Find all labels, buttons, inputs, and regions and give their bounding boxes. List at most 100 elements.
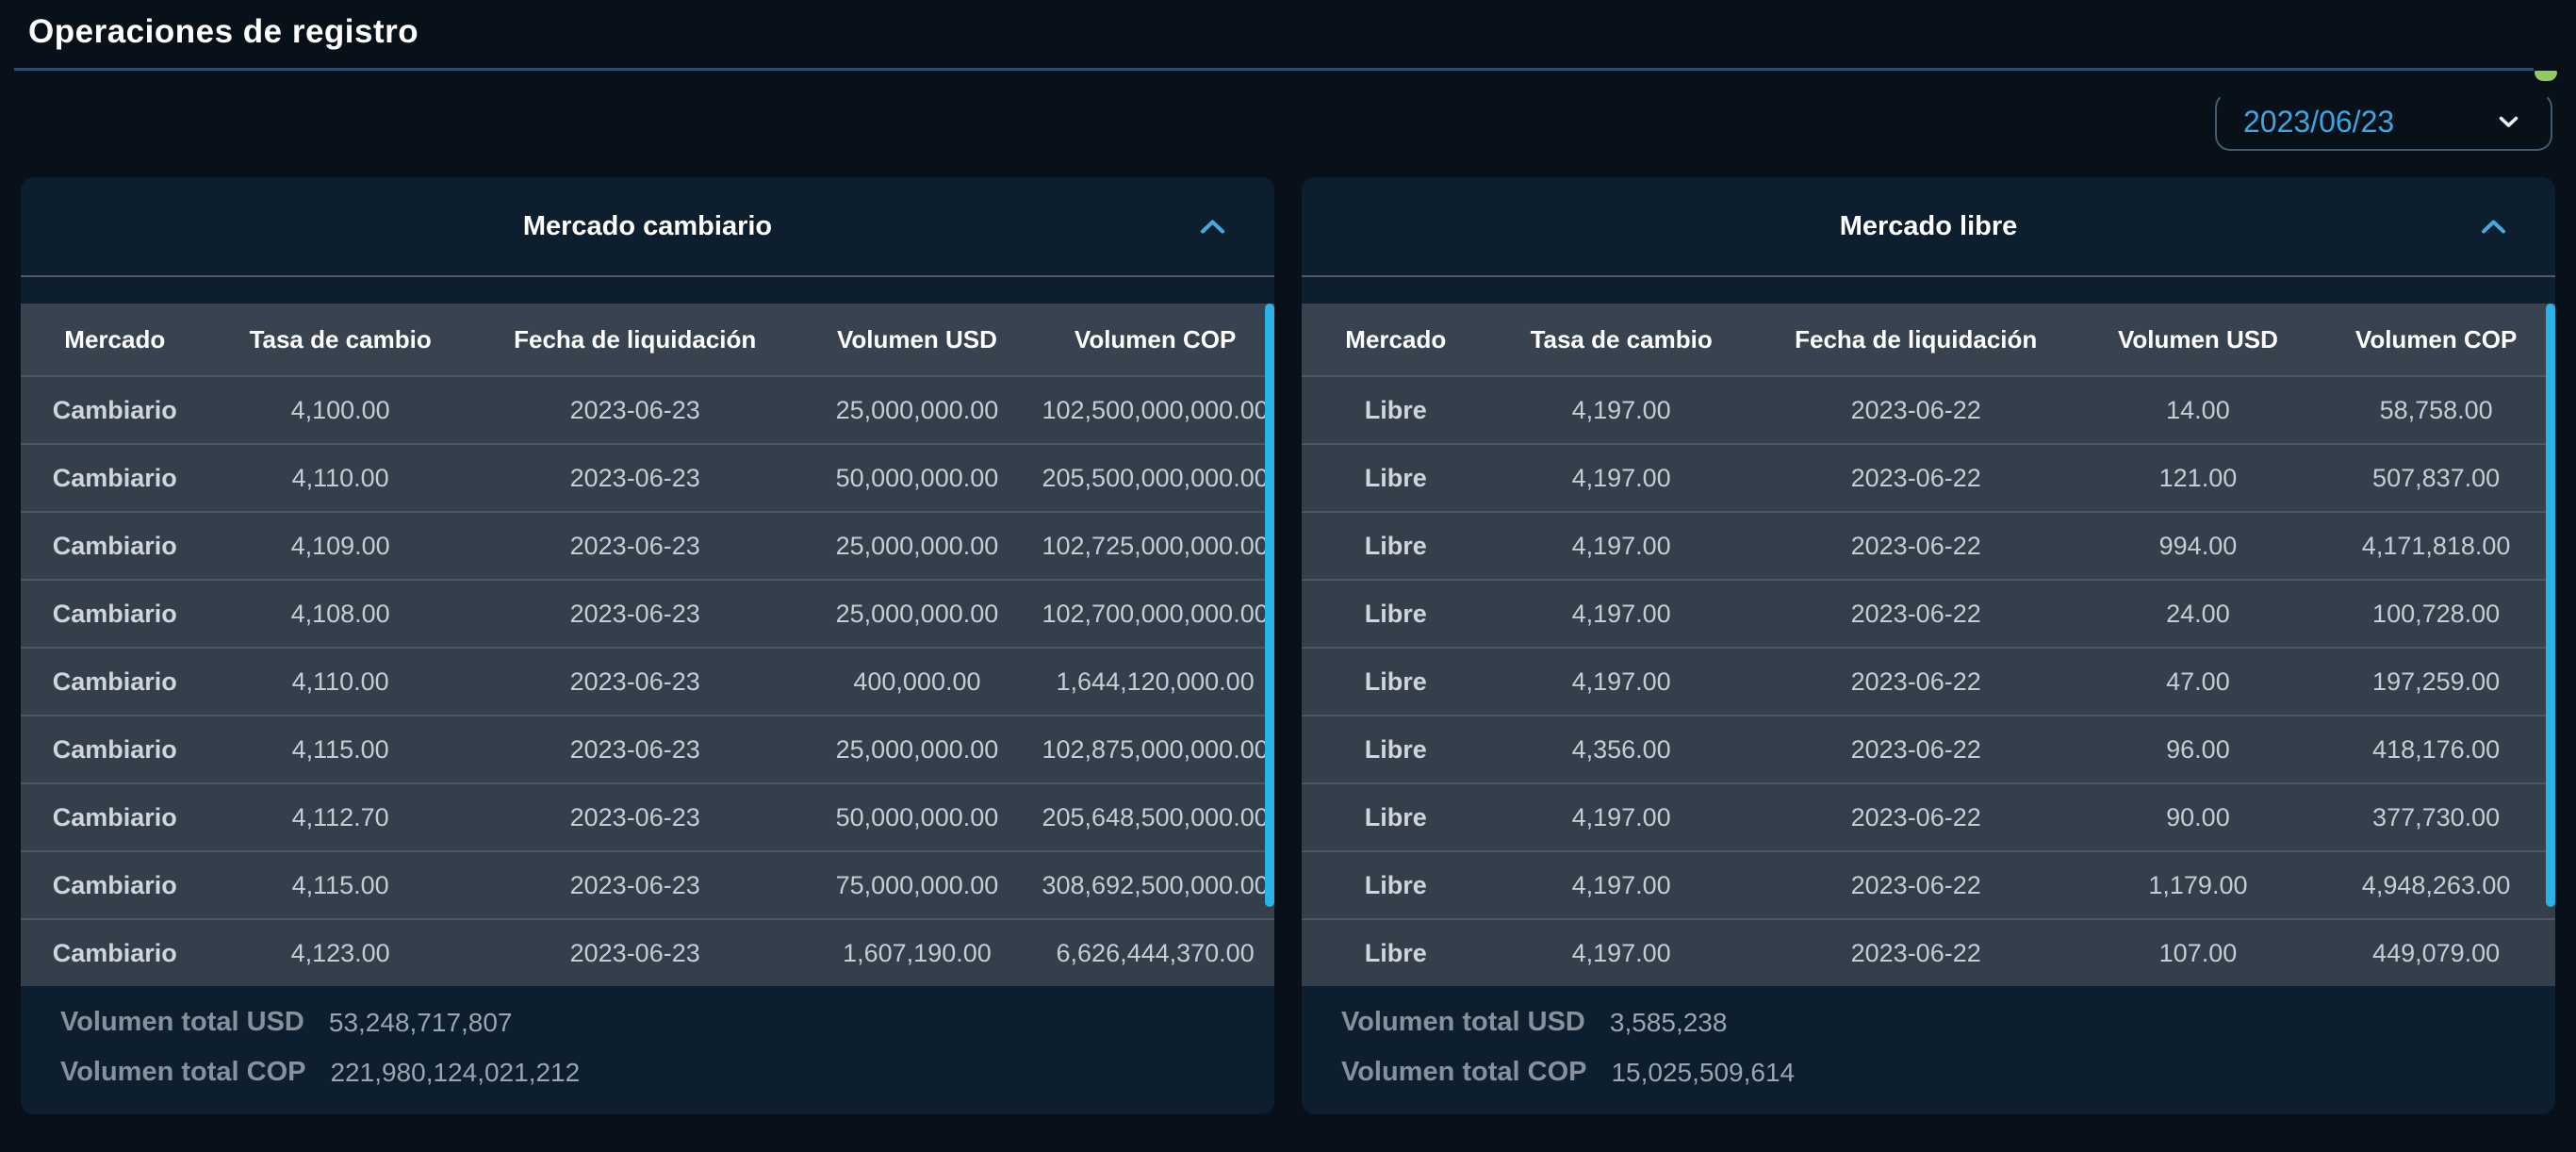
table-cell: 2023-06-23 <box>569 463 700 492</box>
chevron-up-icon[interactable] <box>1200 219 1225 234</box>
table-row: Libre 4,197.00 2023-06-22 24.00 100,728.00 <box>1302 579 2555 647</box>
table-cell: 4,108.00 <box>290 599 390 628</box>
table-cell: Libre <box>1364 599 1427 628</box>
table-cell: 507,837.00 <box>2372 463 2501 492</box>
table-cell: 1,179.00 <box>2148 870 2248 899</box>
table-cell: 4,356.00 <box>1571 734 1671 764</box>
date-select-value: 2023/06/23 <box>2243 104 2395 139</box>
header-divider <box>14 68 2534 71</box>
table-body: Cambiario 4,100.00 2023-06-23 25,000,000.00… <box>21 375 1274 986</box>
panel-mercado-libre: Mercado libre Mercado Tasa de cambio Fec… <box>1302 177 2555 1114</box>
table-cell: Cambiario <box>52 667 177 696</box>
table-cell: 102,500,000,000.00 <box>1042 395 1269 424</box>
scrollbar[interactable] <box>2546 304 2555 907</box>
table-cell: 2023-06-22 <box>1850 395 1981 424</box>
table-cell: 4,197.00 <box>1571 802 1671 831</box>
total-cop-line: Volumen total COP 15,025,509,614 <box>1341 1047 2555 1097</box>
table-cell: Libre <box>1364 463 1427 492</box>
table-cell: 24.00 <box>2166 599 2230 628</box>
table-cell: 25,000,000.00 <box>835 395 999 424</box>
table-cell: 205,648,500,000.00 <box>1042 802 1269 831</box>
table-row: Cambiario 4,112.70 2023-06-23 50,000,000.00… <box>21 782 1274 850</box>
date-select[interactable]: 2023/06/23 <box>2215 92 2552 151</box>
table-cell: 2023-06-22 <box>1850 870 1981 899</box>
table-cell: 4,109.00 <box>290 531 390 560</box>
table-cell: 4,197.00 <box>1571 395 1671 424</box>
table-cell: 4,115.00 <box>291 870 389 899</box>
table-cell: 102,725,000,000.00 <box>1042 531 1269 560</box>
table-cell: Cambiario <box>52 802 177 831</box>
table-cell: Cambiario <box>52 531 177 560</box>
table-cell: 4,110.00 <box>291 463 389 492</box>
table-cell: 96.00 <box>2166 734 2230 764</box>
table-cell: 400,000.00 <box>853 667 981 696</box>
column-header-volumen-usd: Volumen USD <box>2117 324 2278 354</box>
total-usd-line: Volumen total USD 3,585,238 <box>1341 997 2555 1047</box>
panel-header-cambiario[interactable]: Mercado cambiario <box>21 177 1274 275</box>
table-cell: Libre <box>1364 734 1427 764</box>
column-header-mercado: Mercado <box>64 324 166 354</box>
table-row: Libre 4,197.00 2023-06-22 47.00 197,259.00 <box>1302 647 2555 715</box>
table-cell: 4,197.00 <box>1571 599 1671 628</box>
chevron-up-icon[interactable] <box>2481 219 2506 234</box>
table-cell: 4,171,818.00 <box>2361 531 2511 560</box>
table-cell: 2023-06-23 <box>569 870 700 899</box>
total-usd-label: Volumen total USD <box>60 1007 304 1037</box>
table-cell: 4,110.00 <box>291 667 389 696</box>
column-header-fecha-de-liquidacion: Fecha de liquidación <box>1795 324 2038 354</box>
table-cell: 2023-06-22 <box>1850 463 1981 492</box>
total-cop-label: Volumen total COP <box>60 1057 306 1087</box>
table-cell: 2023-06-23 <box>569 938 700 967</box>
panel-divider <box>1302 275 2555 277</box>
total-usd-value: 3,585,238 <box>1609 1007 1728 1037</box>
table-cell: Libre <box>1364 870 1427 899</box>
table-row: Cambiario 4,115.00 2023-06-23 75,000,000.00… <box>21 850 1274 918</box>
table-cell: 14.00 <box>2166 395 2230 424</box>
total-cop-label: Volumen total COP <box>1341 1057 1587 1087</box>
table-cell: 2023-06-23 <box>569 802 700 831</box>
table-row: Libre 4,197.00 2023-06-22 90.00 377,730.00 <box>1302 782 2555 850</box>
total-usd-label: Volumen total USD <box>1341 1007 1585 1037</box>
table-cell: Cambiario <box>52 938 177 967</box>
table-row: Libre 4,197.00 2023-06-22 14.00 58,758.00 <box>1302 375 2555 443</box>
table-row: Libre 4,356.00 2023-06-22 96.00 418,176.00 <box>1302 715 2555 782</box>
table-cell: 2023-06-22 <box>1850 599 1981 628</box>
table-cell: 4,123.00 <box>290 938 390 967</box>
table-header-row: Mercado Tasa de cambio Fecha de liquidac… <box>1302 304 2555 375</box>
table-mercado-cambiario: Mercado Tasa de cambio Fecha de liquidac… <box>21 304 1274 986</box>
panel-mercado-cambiario: Mercado cambiario Mercado Tasa de cambio… <box>21 177 1274 1114</box>
table-cell: 2023-06-22 <box>1850 734 1981 764</box>
table-cell: 107.00 <box>2158 938 2238 967</box>
total-usd-value: 53,248,717,807 <box>328 1007 513 1037</box>
table-row: Cambiario 4,110.00 2023-06-23 50,000,000.00… <box>21 443 1274 511</box>
table-cell: 4,948,263.00 <box>2361 870 2511 899</box>
table-cell: 102,875,000,000.00 <box>1042 734 1269 764</box>
total-cop-line: Volumen total COP 221,980,124,021,212 <box>60 1047 1274 1097</box>
panel-divider <box>21 275 1274 277</box>
table-row: Libre 4,197.00 2023-06-22 1,179.00 4,948,263… <box>1302 850 2555 918</box>
table-cell: 25,000,000.00 <box>835 599 999 628</box>
table-row: Cambiario 4,100.00 2023-06-23 25,000,000.00… <box>21 375 1274 443</box>
table-cell: 25,000,000.00 <box>835 734 999 764</box>
table-cell: 2023-06-23 <box>569 667 700 696</box>
table-cell: 197,259.00 <box>2372 667 2501 696</box>
table-cell: 4,100.00 <box>290 395 390 424</box>
table-row: Libre 4,197.00 2023-06-22 121.00 507,837.00 <box>1302 443 2555 511</box>
table-cell: 58,758.00 <box>2379 395 2493 424</box>
column-header-tasa-de-cambio: Tasa de cambio <box>1530 324 1713 354</box>
table-cell: Libre <box>1364 938 1427 967</box>
table-row: Cambiario 4,115.00 2023-06-23 25,000,000.00… <box>21 715 1274 782</box>
table-cell: 6,626,444,370.00 <box>1056 938 1255 967</box>
panel-header-libre[interactable]: Mercado libre <box>1302 177 2555 275</box>
table-cell: 2023-06-22 <box>1850 938 1981 967</box>
table-cell: Cambiario <box>52 463 177 492</box>
table-cell: 102,700,000,000.00 <box>1042 599 1269 628</box>
table-cell: 121.00 <box>2158 463 2238 492</box>
column-header-volumen-usd: Volumen USD <box>836 324 997 354</box>
column-header-tasa-de-cambio: Tasa de cambio <box>249 324 432 354</box>
table-cell: 90.00 <box>2166 802 2230 831</box>
scrollbar[interactable] <box>1265 304 1274 907</box>
table-header-row: Mercado Tasa de cambio Fecha de liquidac… <box>21 304 1274 375</box>
table-cell: 4,197.00 <box>1571 870 1671 899</box>
table-cell: 2023-06-23 <box>569 395 700 424</box>
